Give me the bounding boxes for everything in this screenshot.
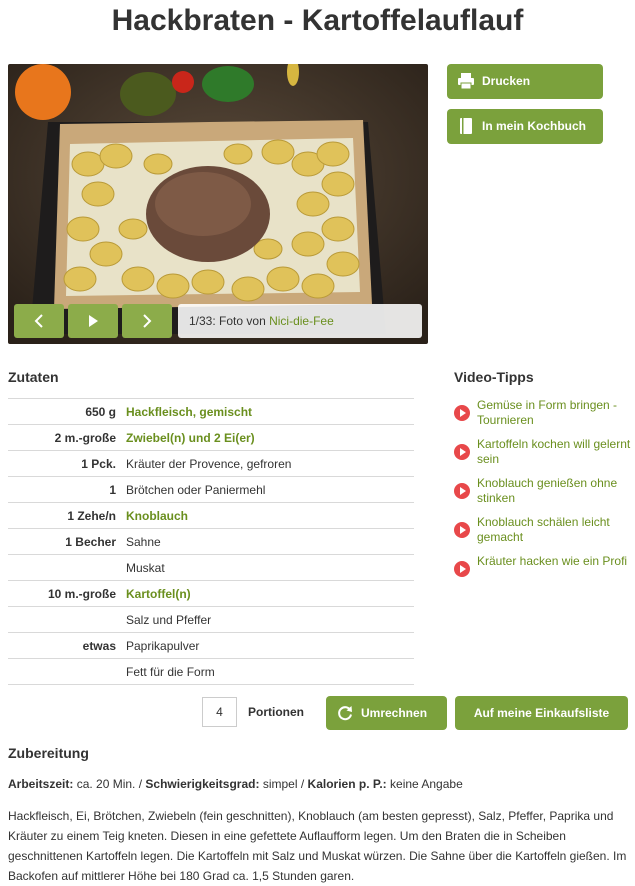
table-row: 1 Pck. Kräuter der Provence, gefroren — [8, 450, 414, 477]
table-row: Fett für die Form — [8, 658, 414, 685]
ingredient-name: Muskat — [124, 554, 414, 581]
play-icon — [89, 315, 98, 327]
table-row: 10 m.-große Kartoffel(n) — [8, 580, 414, 607]
portions-label: Portionen — [248, 705, 304, 719]
photo-next-button[interactable] — [122, 304, 172, 338]
photo-by: Foto von — [219, 314, 266, 328]
video-tip-item[interactable]: Gemüse in Form bringen - Tournieren — [454, 398, 634, 430]
ingredient-amount: 650 g — [8, 398, 124, 425]
table-row: etwas Paprikapulver — [8, 632, 414, 659]
ingredient-amount: 2 m.-große — [8, 424, 124, 451]
play-icon — [454, 561, 470, 577]
ingredient-link[interactable]: Hackfleisch, gemischt — [124, 398, 414, 425]
chevron-right-icon — [143, 314, 152, 328]
ingredients-table: 650 g Hackfleisch, gemischt 2 m.-große Zwi… — [8, 398, 414, 685]
book-icon — [460, 118, 472, 134]
ingredient-name: Fett für die Form — [124, 658, 414, 685]
ingredients-heading: Zutaten — [8, 369, 59, 385]
recipe-meta: Arbeitszeit: ca. 20 Min. / Schwierigkeit… — [8, 777, 463, 791]
page-title: Hackbraten - Kartoffelauflauf — [111, 4, 524, 37]
video-tip-label: Kartoffeln kochen will gelernt sein — [477, 437, 631, 466]
add-to-cookbook-button[interactable]: In mein Kochbuch — [447, 109, 603, 144]
difficulty-label: Schwierigkeitsgrad: — [145, 777, 260, 791]
photo-author-link[interactable]: Nici-die-Fee — [269, 314, 334, 328]
ingredient-amount: 1 — [8, 476, 124, 503]
table-row: 1 Zehe/n Knoblauch — [8, 502, 414, 529]
ingredient-link[interactable]: Zwiebel(n) und 2 Ei(er) — [124, 424, 414, 451]
ingredient-link[interactable]: Knoblauch — [124, 502, 414, 529]
video-tips-heading: Video-Tipps — [454, 369, 534, 385]
ingredient-amount — [8, 606, 124, 633]
recalculate-button[interactable]: Umrechnen — [326, 696, 447, 730]
print-button-label: Drucken — [482, 74, 531, 88]
play-icon — [454, 522, 470, 538]
preparation-text: Hackfleisch, Ei, Brötchen, Zwiebeln (fei… — [8, 809, 627, 883]
video-tip-label: Kräuter hacken wie ein Profi — [477, 554, 628, 568]
ingredient-amount: 1 Becher — [8, 528, 124, 555]
play-icon — [454, 405, 470, 421]
play-icon — [454, 483, 470, 499]
calories-value: keine Angabe — [390, 777, 463, 791]
video-tip-item[interactable]: Kartoffeln kochen will gelernt sein — [454, 437, 634, 469]
video-tip-label: Knoblauch schälen leicht gemacht — [477, 515, 610, 544]
print-button[interactable]: Drucken — [447, 64, 603, 99]
table-row: 2 m.-große Zwiebel(n) und 2 Ei(er) — [8, 424, 414, 451]
video-tip-item[interactable]: Kräuter hacken wie ein Profi — [454, 554, 634, 586]
add-to-shopping-list-button[interactable]: Auf meine Einkaufsliste — [455, 696, 628, 730]
table-row: 1 Brötchen oder Paniermehl — [8, 476, 414, 503]
table-row: 1 Becher Sahne — [8, 528, 414, 555]
photo-caption: 1/33: Foto von Nici-die-Fee — [178, 304, 422, 338]
add-to-shopping-list-label: Auf meine Einkaufsliste — [473, 706, 610, 720]
ingredient-amount: etwas — [8, 632, 124, 659]
photo-counter: 1/33: — [189, 314, 216, 328]
recipe-photo[interactable] — [8, 64, 428, 344]
worktime-label: Arbeitszeit: — [8, 777, 74, 791]
ingredient-name: Paprikapulver — [124, 632, 414, 659]
ingredient-name: Kräuter der Provence, gefroren — [124, 450, 414, 477]
video-tip-item[interactable]: Knoblauch schälen leicht gemacht — [454, 515, 634, 547]
photo-play-button[interactable] — [68, 304, 118, 338]
video-tip-item[interactable]: Knoblauch genießen ohne stinken — [454, 476, 634, 508]
ingredient-name: Sahne — [124, 528, 414, 555]
calories-label: Kalorien p. P.: — [307, 777, 387, 791]
ingredient-amount — [8, 658, 124, 685]
ingredient-amount: 1 Pck. — [8, 450, 124, 477]
add-to-cookbook-label: In mein Kochbuch — [482, 119, 587, 133]
difficulty-value: simpel — [262, 777, 298, 791]
preparation-heading: Zubereitung — [8, 745, 89, 761]
play-icon — [454, 444, 470, 460]
ingredient-amount: 10 m.-große — [8, 580, 124, 607]
ingredient-link[interactable]: Kartoffel(n) — [124, 580, 414, 607]
portions-input[interactable]: 4 — [202, 697, 237, 727]
worktime-value: ca. 20 Min. — [76, 777, 136, 791]
ingredient-name: Brötchen oder Paniermehl — [124, 476, 414, 503]
meta-separator: / — [138, 777, 143, 791]
photo-prev-button[interactable] — [14, 304, 64, 338]
ingredient-name: Salz und Pfeffer — [124, 606, 414, 633]
table-row: 650 g Hackfleisch, gemischt — [8, 398, 414, 425]
chevron-left-icon — [34, 314, 43, 328]
printer-icon — [458, 73, 474, 90]
video-tip-label: Gemüse in Form bringen - Tournieren — [477, 398, 618, 427]
ingredient-amount: 1 Zehe/n — [8, 502, 124, 529]
video-tip-label: Knoblauch genießen ohne stinken — [477, 476, 618, 505]
table-row: Muskat — [8, 554, 414, 581]
ingredient-amount — [8, 554, 124, 581]
meta-separator: / — [300, 777, 305, 791]
refresh-icon — [338, 706, 352, 721]
table-row: Salz und Pfeffer — [8, 606, 414, 633]
recalculate-label: Umrechnen — [361, 706, 428, 720]
